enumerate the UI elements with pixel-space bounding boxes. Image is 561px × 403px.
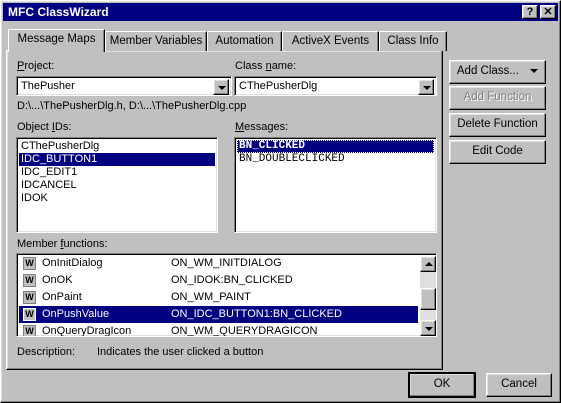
function-name: OnInitDialog (42, 257, 103, 269)
member-functions-listbox[interactable]: W OnInitDialog ON_WM_INITDIALOG W OnOK O… (16, 253, 437, 337)
class-name-combobox[interactable]: CThePusherDlg (234, 76, 437, 96)
function-handler: ON_WM_PAINT (171, 291, 251, 303)
chevron-up-icon (425, 262, 433, 266)
function-name: OnPushValue (42, 308, 110, 320)
file-path: D:\...\ThePusherDlg.h, D:\...\ThePusherD… (17, 100, 247, 112)
add-function-button[interactable]: Add Function (449, 86, 546, 110)
list-item[interactable]: IDCANCEL (19, 179, 215, 192)
project-dropdown-button[interactable] (213, 79, 229, 95)
function-handler: ON_WM_QUERYDRAGICON (171, 325, 318, 337)
function-handler: ON_IDOK:BN_CLICKED (171, 274, 293, 286)
edit-code-button[interactable]: Edit Code (449, 140, 546, 164)
project-label: Project: (17, 60, 55, 72)
tab-activex-events[interactable]: ActiveX Events (282, 31, 379, 51)
windows-message-icon: W (23, 257, 36, 270)
project-value: ThePusher (21, 80, 75, 92)
chevron-down-icon (423, 86, 431, 90)
windows-message-icon: W (23, 291, 36, 304)
scroll-thumb[interactable] (420, 288, 436, 310)
class-name-dropdown-button[interactable] (418, 79, 434, 95)
table-row-selected[interactable]: W OnPushValue ON_IDC_BUTTON1:BN_CLICKED (19, 306, 418, 323)
scroll-up-button[interactable] (420, 256, 436, 272)
list-item[interactable]: IDOK (19, 192, 215, 205)
delete-function-button[interactable]: Delete Function (449, 113, 546, 137)
tab-label: ActiveX Events (291, 35, 370, 47)
button-label: Delete Function (457, 118, 538, 130)
button-label: Add Class... (456, 65, 519, 77)
table-row[interactable]: W OnQueryDragIcon ON_WM_QUERYDRAGICON (19, 323, 418, 337)
chevron-down-icon (425, 327, 433, 331)
tab-class-info[interactable]: Class Info (379, 31, 447, 51)
messages-listbox[interactable]: BN_CLICKED BN_DOUBLECLICKED (234, 137, 437, 233)
windows-message-icon: W (23, 274, 36, 287)
table-row[interactable]: W OnOK ON_IDOK:BN_CLICKED (19, 272, 418, 289)
tab-automation[interactable]: Automation (207, 31, 282, 51)
member-functions-label: Member functions: (17, 238, 108, 250)
ok-button[interactable]: OK (408, 372, 476, 398)
dropdown-arrow-icon (530, 68, 539, 73)
list-item-selected[interactable]: BN_CLICKED (237, 140, 434, 153)
title-bar[interactable]: MFC ClassWizard ? ✕ (3, 3, 558, 21)
scroll-down-button[interactable] (420, 320, 436, 336)
tab-message-maps[interactable]: Message Maps (8, 29, 105, 52)
description-text: Indicates the user clicked a button (97, 346, 264, 358)
list-item[interactable]: BN_DOUBLECLICKED (237, 153, 434, 166)
object-ids-label: Object IDs: (17, 121, 72, 133)
class-name-value: CThePusherDlg (239, 80, 318, 92)
class-name-label: Class name: (235, 60, 297, 72)
help-button[interactable]: ? (522, 5, 538, 19)
description-label: Description: (17, 346, 76, 358)
tab-label: Class Info (387, 35, 439, 47)
tab-label: Message Maps (17, 33, 96, 45)
table-row[interactable]: W OnInitDialog ON_WM_INITDIALOG (19, 255, 418, 272)
windows-message-icon: W (23, 308, 36, 321)
chevron-down-icon (218, 86, 226, 90)
button-label: OK (433, 378, 451, 390)
project-combobox[interactable]: ThePusher (16, 76, 232, 96)
button-label: Edit Code (472, 145, 523, 157)
button-label: Cancel (501, 378, 537, 390)
table-row[interactable]: W OnPaint ON_WM_PAINT (19, 289, 418, 306)
tab-member-variables[interactable]: Member Variables (105, 31, 207, 51)
cancel-button[interactable]: Cancel (486, 373, 552, 397)
function-handler: ON_IDC_BUTTON1:BN_CLICKED (171, 308, 342, 320)
windows-message-icon: W (23, 325, 36, 336)
list-item-selected[interactable]: IDC_BUTTON1 (19, 153, 215, 166)
close-button[interactable]: ✕ (540, 5, 556, 19)
function-name: OnPaint (42, 291, 82, 303)
tab-label: Automation (215, 35, 274, 47)
button-label: Add Function (463, 91, 532, 103)
function-name: OnOK (42, 274, 73, 286)
list-item[interactable]: IDC_EDIT1 (19, 166, 215, 179)
vertical-scrollbar[interactable] (420, 256, 436, 336)
help-icon: ? (526, 6, 534, 18)
tab-label: Member Variables (109, 35, 203, 47)
object-ids-listbox[interactable]: CThePusherDlg IDC_BUTTON1 IDC_EDIT1 IDCA… (16, 137, 218, 233)
messages-label: Messages: (235, 121, 289, 133)
list-item[interactable]: CThePusherDlg (19, 140, 215, 153)
function-name: OnQueryDragIcon (42, 325, 132, 337)
function-handler: ON_WM_INITDIALOG (171, 257, 282, 269)
window-title: MFC ClassWizard (8, 5, 109, 19)
close-icon: ✕ (543, 6, 553, 18)
add-class-button[interactable]: Add Class... (449, 60, 546, 84)
